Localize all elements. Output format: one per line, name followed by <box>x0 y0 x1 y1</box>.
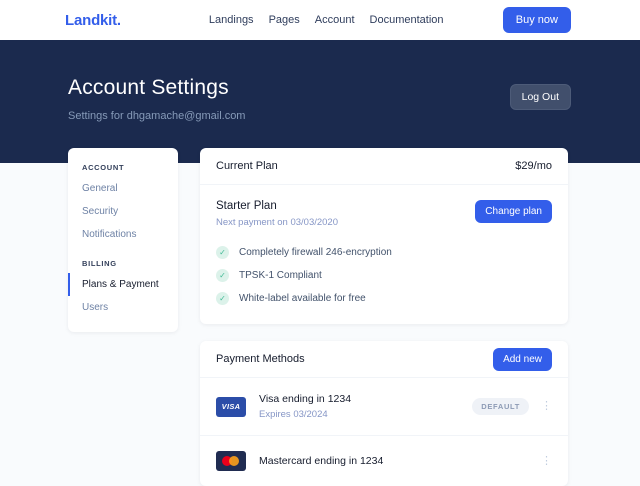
main-content: Current Plan $29/mo Starter Plan Next pa… <box>200 148 568 486</box>
hero-text: Account Settings Settings for dhgamache@… <box>68 76 245 122</box>
plan-price: $29/mo <box>515 160 552 172</box>
sidebar-item-plans-payment[interactable]: Plans & Payment <box>68 273 178 296</box>
card-info: Mastercard ending in 1234 <box>259 455 383 467</box>
log-out-button[interactable]: Log Out <box>510 84 571 110</box>
nav-link-documentation[interactable]: Documentation <box>370 14 444 26</box>
default-badge: DEFAULT <box>472 398 529 415</box>
buy-now-button[interactable]: Buy now <box>503 7 571 33</box>
visa-card-icon: VISA <box>216 397 246 417</box>
nav-link-pages[interactable]: Pages <box>269 14 300 26</box>
sidebar-heading-account: ACCOUNT <box>68 163 178 172</box>
hero-banner: Account Settings Settings for dhgamache@… <box>0 40 640 163</box>
table-row: VISA Visa ending in 1234 Expires 03/2024… <box>200 378 568 435</box>
mastercard-orange-circle <box>229 456 239 466</box>
current-plan-header: Current Plan $29/mo <box>200 148 568 185</box>
next-payment-text: Next payment on 03/03/2020 <box>216 217 338 228</box>
brand-logo[interactable]: Landkit. <box>65 12 121 29</box>
nav-link-landings[interactable]: Landings <box>209 14 254 26</box>
card-title-text: Mastercard ending in 1234 <box>259 455 383 467</box>
plan-info: Starter Plan Next payment on 03/03/2020 <box>216 200 338 228</box>
sidebar-item-users[interactable]: Users <box>68 296 178 319</box>
current-plan-title: Current Plan <box>216 160 278 172</box>
sidebar-item-notifications[interactable]: Notifications <box>68 223 178 246</box>
nav-link-account[interactable]: Account <box>315 14 355 26</box>
card-title-text: Visa ending in 1234 <box>259 393 351 405</box>
kebab-menu-icon[interactable]: ⋮ <box>541 456 552 467</box>
sidebar-item-security[interactable]: Security <box>68 200 178 223</box>
list-item: ✓ White-label available for free <box>216 287 552 310</box>
change-plan-button[interactable]: Change plan <box>475 200 552 223</box>
check-icon: ✓ <box>216 292 229 305</box>
payment-methods-header: Payment Methods Add new <box>200 341 568 378</box>
nav-links: Landings Pages Account Documentation <box>209 14 444 26</box>
top-navbar: Landkit. Landings Pages Account Document… <box>0 0 640 40</box>
current-plan-card: Current Plan $29/mo Starter Plan Next pa… <box>200 148 568 324</box>
list-item: ✓ Completely firewall 246-encryption <box>216 241 552 264</box>
add-new-button[interactable]: Add new <box>493 348 552 371</box>
feature-label: White-label available for free <box>239 293 366 304</box>
sidebar-item-general[interactable]: General <box>68 177 178 200</box>
kebab-menu-icon[interactable]: ⋮ <box>541 401 552 412</box>
card-expiry-text: Expires 03/2024 <box>259 409 351 420</box>
card-info: Visa ending in 1234 Expires 03/2024 <box>259 393 351 420</box>
table-row: Mastercard ending in 1234 ⋮ <box>200 435 568 486</box>
feature-label: TPSK-1 Compliant <box>239 270 322 281</box>
plan-summary: Starter Plan Next payment on 03/03/2020 … <box>200 185 568 230</box>
plan-name: Starter Plan <box>216 200 338 212</box>
payment-methods-card: Payment Methods Add new VISA Visa ending… <box>200 341 568 486</box>
payment-methods-title: Payment Methods <box>216 353 305 365</box>
page-title: Account Settings <box>68 76 245 100</box>
check-icon: ✓ <box>216 269 229 282</box>
sidebar-heading-billing: BILLING <box>68 259 178 268</box>
settings-sidebar: ACCOUNT General Security Notifications B… <box>68 148 178 332</box>
list-item: ✓ TPSK-1 Compliant <box>216 264 552 287</box>
page-subtitle: Settings for dhgamache@gmail.com <box>68 110 245 122</box>
check-icon: ✓ <box>216 246 229 259</box>
mastercard-card-icon <box>216 451 246 471</box>
plan-feature-list: ✓ Completely firewall 246-encryption ✓ T… <box>200 230 568 324</box>
feature-label: Completely firewall 246-encryption <box>239 247 392 258</box>
